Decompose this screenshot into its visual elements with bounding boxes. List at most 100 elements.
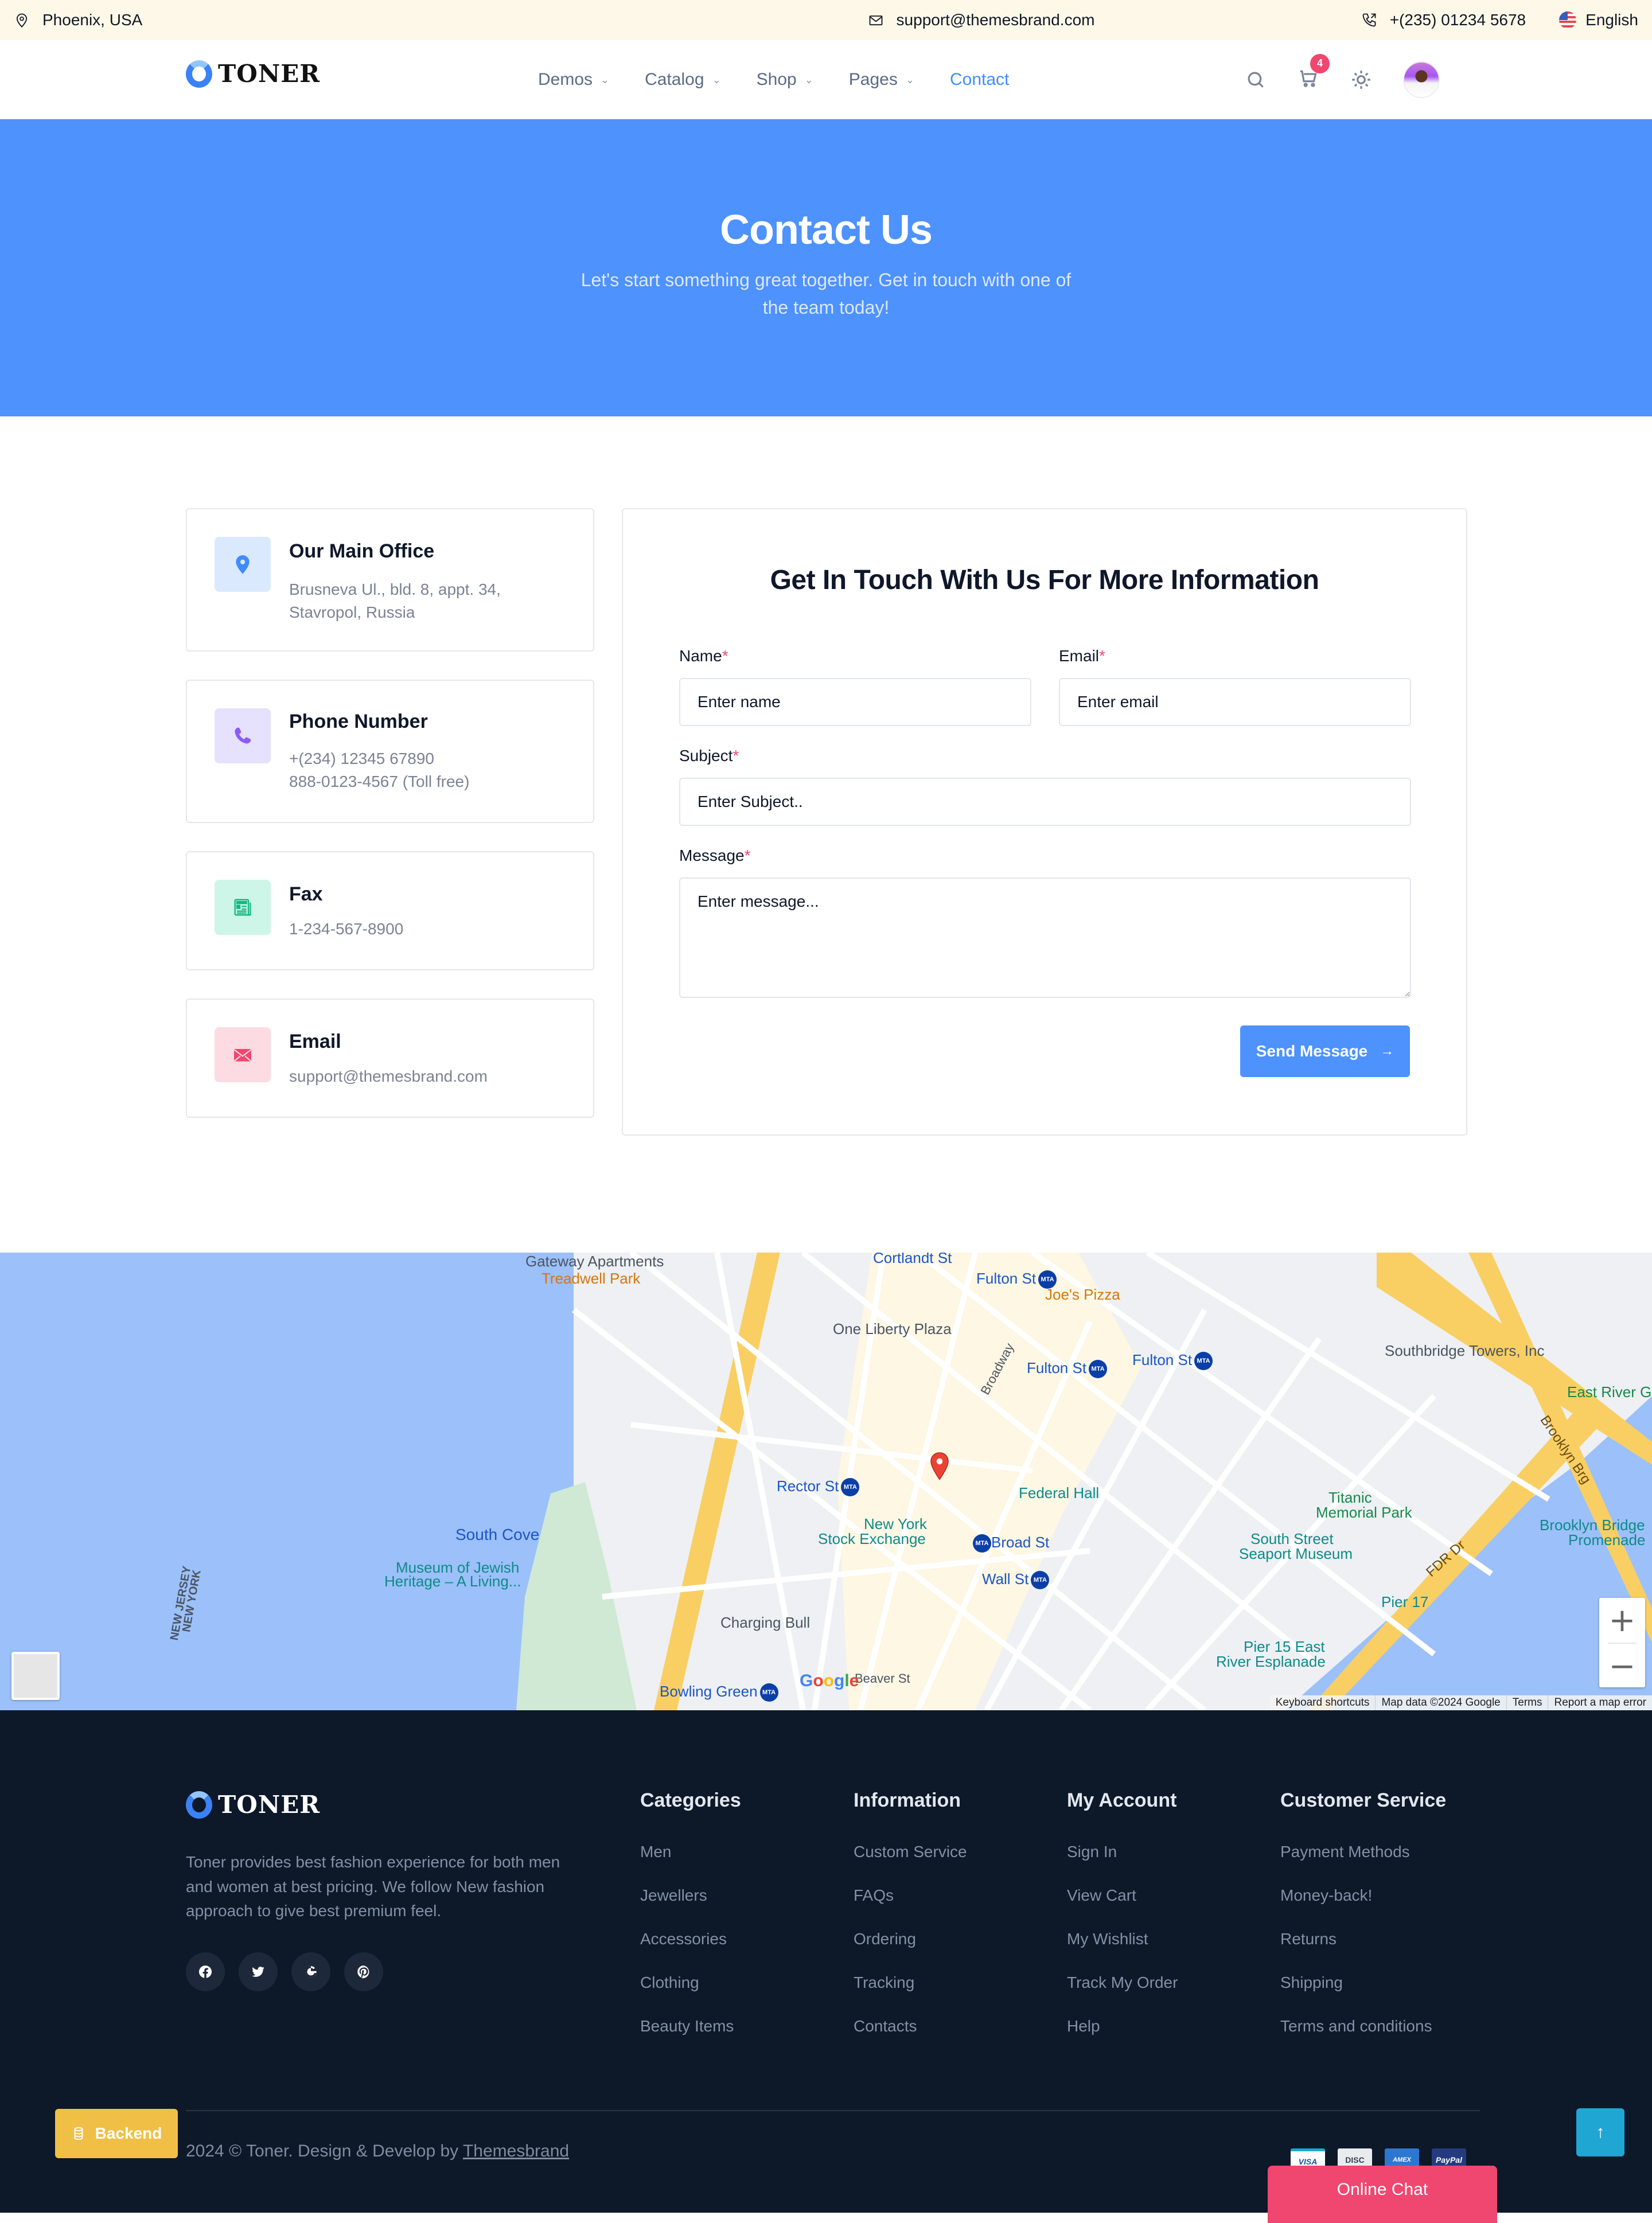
info-card-email: Email support@themesbrand.com: [186, 999, 594, 1118]
nav-item-pages[interactable]: Pages ⌄: [849, 70, 914, 89]
footer-col-customer-service: Customer Service Payment Methods Money-b…: [1280, 1789, 1446, 2058]
location-marker-icon[interactable]: [929, 1451, 950, 1482]
footer-link[interactable]: Tracking: [854, 1971, 967, 2015]
map-label: Memorial Park: [1316, 1504, 1412, 1521]
footer-link[interactable]: Men: [640, 1840, 741, 1884]
page-title: Contact Us: [719, 207, 933, 253]
map-pin-icon: [236, 555, 250, 574]
google-map[interactable]: Gateway Apartments Treadwell Park Cortla…: [0, 1253, 1652, 1710]
nav-item-demos[interactable]: Demos ⌄: [538, 70, 609, 89]
terms-link[interactable]: Terms: [1506, 1695, 1548, 1710]
info-card-line: support@themesbrand.com: [289, 1067, 488, 1085]
footer-link[interactable]: Custom Service: [854, 1840, 967, 1884]
phone-outgoing-icon: [1362, 13, 1376, 27]
footer-logo[interactable]: TONER: [186, 1791, 320, 1819]
footer-link[interactable]: Ordering: [854, 1928, 967, 1971]
street-view-pegman[interactable]: [11, 1652, 60, 1700]
footer-link[interactable]: Returns: [1280, 1928, 1446, 1971]
google-button[interactable]: [291, 1952, 330, 1991]
footer-link[interactable]: Money-back!: [1280, 1884, 1446, 1928]
pinterest-button[interactable]: [344, 1952, 383, 1991]
topbar-email[interactable]: support@themesbrand.com: [868, 11, 1095, 29]
map-pin-icon: [16, 13, 28, 28]
station-name: Fulton St: [976, 1270, 1037, 1287]
map-data-text: Map data ©2024 Google: [1375, 1695, 1506, 1710]
map-label: Promenade: [1568, 1531, 1646, 1549]
report-map-error-link[interactable]: Report a map error: [1548, 1695, 1652, 1710]
language-label: English: [1585, 11, 1638, 29]
footer-link[interactable]: My Wishlist: [1067, 1928, 1178, 1971]
send-message-button[interactable]: Send Message →: [1240, 1025, 1410, 1077]
nav-item-label: Contact: [949, 70, 1010, 89]
back-to-top-button[interactable]: ↑: [1576, 2108, 1624, 2156]
brand-logo[interactable]: TONER: [186, 60, 320, 88]
twitter-icon: [252, 1967, 264, 1977]
email-input[interactable]: [1059, 678, 1411, 726]
map-label: Fulton St MTA: [1027, 1359, 1108, 1379]
map-label: Seaport Museum: [1239, 1545, 1353, 1562]
form-title: Get In Touch With Us For More Informatio…: [770, 565, 1319, 595]
subject-input[interactable]: [679, 778, 1411, 826]
cart-count-badge: 4: [1310, 53, 1330, 73]
page-hero: Contact Us Let's start something great t…: [0, 119, 1652, 416]
required-mark: *: [744, 847, 751, 864]
footer-link[interactable]: FAQs: [854, 1884, 967, 1928]
footer-link[interactable]: Beauty Items: [640, 2015, 741, 2058]
map-label: Treadwell Park: [541, 1270, 641, 1287]
footer-link[interactable]: Payment Methods: [1280, 1840, 1446, 1884]
map-label: Fulton St MTA: [1132, 1351, 1213, 1371]
cart-button[interactable]: 4: [1298, 53, 1330, 92]
map-label: Bowling Green MTA: [660, 1683, 778, 1702]
arrow-right-icon: →: [1380, 1043, 1394, 1059]
facebook-icon: [198, 1965, 212, 1978]
user-avatar[interactable]: [1403, 61, 1440, 98]
logo-icon: [186, 60, 212, 88]
twitter-button[interactable]: [239, 1952, 278, 1991]
footer-link[interactable]: View Cart: [1067, 1884, 1178, 1928]
footer-link[interactable]: Help: [1067, 2015, 1178, 2058]
facebook-button[interactable]: [186, 1952, 225, 1991]
footer-link[interactable]: Track My Order: [1067, 1971, 1178, 2015]
topbar-phone[interactable]: +(235) 01234 5678: [1361, 11, 1526, 29]
nav-item-contact[interactable]: Contact: [950, 70, 1009, 89]
email-label: Email*: [1059, 647, 1105, 665]
footer-link[interactable]: Clothing: [640, 1971, 741, 2015]
mta-icon: MTA: [759, 1683, 778, 1702]
subject-label-text: Subject: [679, 747, 733, 765]
social-links: [186, 1952, 383, 1991]
mta-icon: MTA: [973, 1534, 991, 1553]
map-label: Southbridge Towers, Inc: [1385, 1342, 1545, 1359]
search-icon[interactable]: [1245, 69, 1267, 91]
footer-link[interactable]: Shipping: [1280, 1971, 1446, 2015]
info-card-fax: Fax 1-234-567-8900: [186, 851, 594, 970]
map-label: Federal Hall: [1019, 1484, 1100, 1502]
info-card-line: Brusneva Ul., bld. 8, appt. 34,: [289, 580, 501, 598]
language-selector[interactable]: English: [1559, 11, 1638, 29]
mail-icon: [869, 15, 882, 26]
footer-link[interactable]: Contacts: [854, 2015, 967, 2058]
office-icon-box: [215, 537, 271, 592]
footer-link[interactable]: Sign In: [1067, 1840, 1178, 1884]
keyboard-shortcuts-link[interactable]: Keyboard shortcuts: [1270, 1695, 1376, 1710]
message-label: Message*: [679, 847, 751, 865]
sun-icon[interactable]: [1350, 69, 1372, 91]
map-zoom-out-button[interactable]: −: [1599, 1644, 1645, 1688]
nav-menu: Demos ⌄ Catalog ⌄ Shop ⌄ Pages ⌄ Contact: [538, 40, 1009, 119]
name-input[interactable]: [679, 678, 1031, 726]
online-chat-button[interactable]: Online Chat: [1268, 2166, 1497, 2223]
nav-item-shop[interactable]: Shop ⌄: [757, 70, 813, 89]
message-textarea[interactable]: [679, 877, 1411, 998]
map-zoom-in-button[interactable]: +: [1599, 1598, 1645, 1643]
backend-button[interactable]: Backend: [55, 2109, 178, 2158]
map-label: East River G: [1567, 1383, 1652, 1401]
nav-item-catalog[interactable]: Catalog ⌄: [645, 70, 721, 89]
topbar-email-text: support@themesbrand.com: [896, 11, 1095, 29]
online-chat-label: Online Chat: [1337, 2180, 1428, 2199]
footer-link[interactable]: Jewellers: [640, 1884, 741, 1928]
copyright-text: 2024 © Toner. Design & Develop by: [186, 2142, 463, 2160]
phone-icon: [235, 727, 251, 744]
station-name: Broad St: [991, 1534, 1050, 1551]
themesbrand-link[interactable]: Themesbrand: [463, 2142, 569, 2160]
footer-link[interactable]: Accessories: [640, 1928, 741, 1971]
footer-link[interactable]: Terms and conditions: [1280, 2015, 1446, 2058]
